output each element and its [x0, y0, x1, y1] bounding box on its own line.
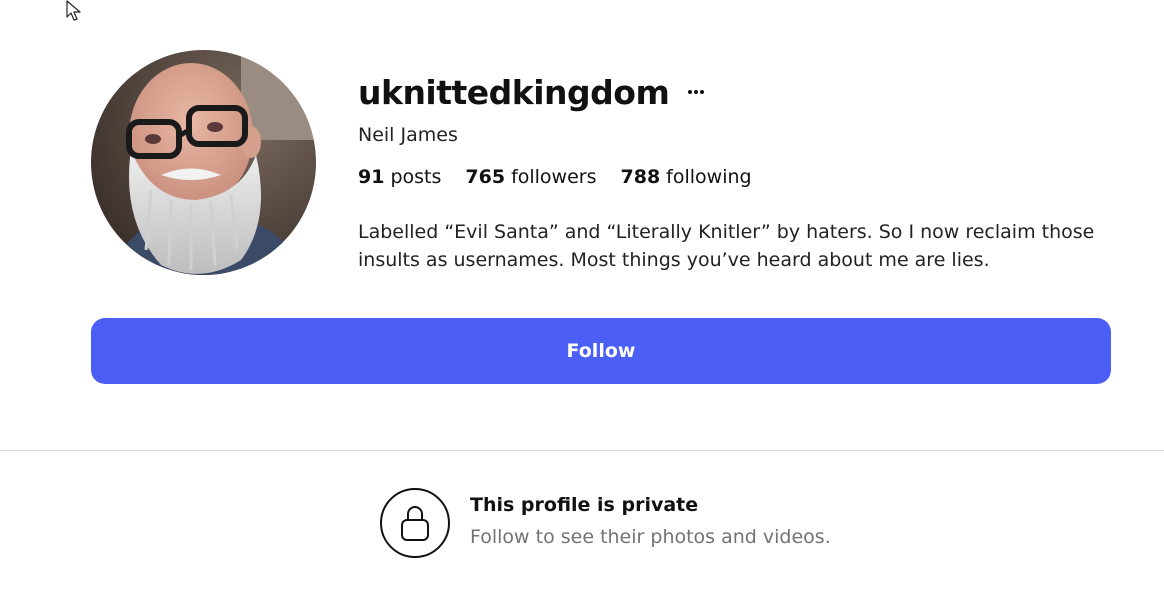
avatar-photo — [91, 50, 316, 275]
avatar[interactable] — [91, 50, 316, 275]
followers-stat[interactable]: 765 followers — [465, 166, 596, 188]
posts-stat: 91 posts — [358, 166, 441, 188]
private-notice: This profile is private Follow to see th… — [470, 494, 831, 548]
lock-icon — [401, 506, 429, 541]
username-row: uknittedkingdom — [358, 70, 1118, 114]
more-options-button[interactable] — [685, 85, 707, 99]
following-count: 788 — [620, 166, 661, 188]
following-label: following — [666, 166, 752, 188]
display-name: Neil James — [358, 124, 458, 146]
posts-label: posts — [390, 166, 442, 188]
private-subtitle: Follow to see their photos and videos. — [470, 526, 831, 548]
more-options-icon — [688, 90, 705, 94]
divider — [0, 450, 1164, 451]
lock-badge — [380, 488, 450, 558]
profile-stats: 91 posts 765 followers 788 following — [358, 166, 1118, 188]
followers-count: 765 — [465, 166, 506, 188]
followers-label: followers — [511, 166, 597, 188]
following-stat[interactable]: 788 following — [621, 166, 752, 188]
mouse-pointer-icon — [66, 0, 81, 21]
bio: Labelled “Evil Santa” and “Literally Kni… — [358, 221, 1095, 271]
private-title: This profile is private — [470, 494, 699, 516]
posts-count: 91 — [358, 166, 385, 188]
follow-button[interactable]: Follow — [91, 318, 1111, 384]
profile-header: uknittedkingdom Neil James 91 posts 765 fo… — [358, 70, 1118, 274]
username: uknittedkingdom — [358, 72, 670, 112]
